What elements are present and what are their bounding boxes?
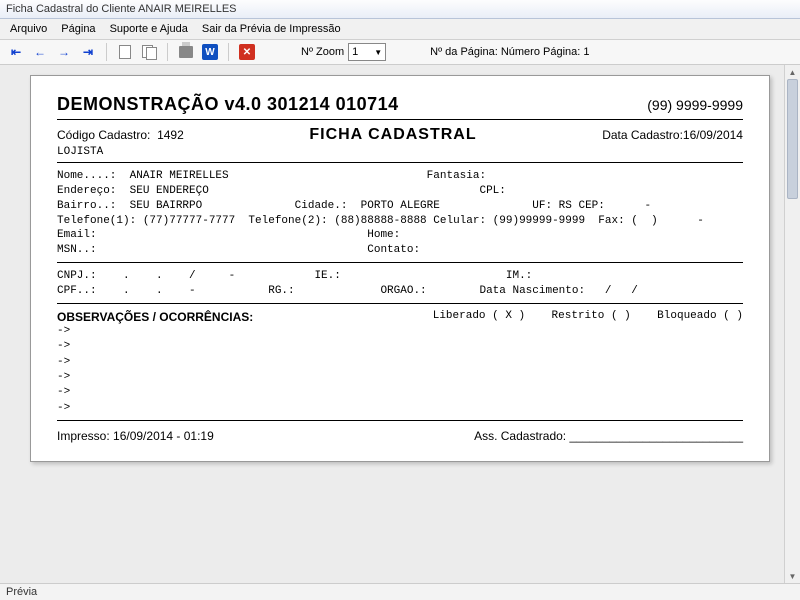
- field-nome: Nome....: ANAIR MEIRELLES Fantasia:: [57, 169, 743, 184]
- flag-restrito: Restrito ( ): [552, 310, 631, 322]
- obs-title: OBSERVAÇÕES / OCORRÊNCIAS:: [57, 310, 253, 324]
- data-cadastro-label: Data Cadastro:: [602, 128, 683, 142]
- window-title: Ficha Cadastral do Cliente ANAIR MEIRELL…: [0, 0, 800, 19]
- report-sheet: DEMONSTRAÇÃO v4.0 301214 010714 (99) 999…: [30, 75, 770, 462]
- field-endereco: Endereço: SEU ENDEREÇO CPL:: [57, 184, 743, 199]
- zoom-select[interactable]: 1 ▼: [348, 43, 386, 61]
- separator: [228, 43, 229, 61]
- print-button[interactable]: [176, 43, 196, 61]
- page-number-value: Número Página: 1: [501, 46, 590, 58]
- codigo-value: 1492: [157, 128, 184, 142]
- divider: [57, 119, 743, 120]
- print-icon: [179, 46, 193, 58]
- assinatura-label: Ass. Cadastrado:: [474, 429, 566, 443]
- scroll-thumb[interactable]: [787, 79, 798, 199]
- report-phone: (99) 9999-9999: [647, 97, 743, 113]
- word-export-button[interactable]: W: [200, 43, 220, 61]
- impresso-value: 16/09/2014 - 01:19: [113, 429, 214, 443]
- toolbar: ⇤ ← → ⇥ W ✕ Nº Zoom 1 ▼ Nº da Página: Nú…: [0, 40, 800, 65]
- menu-suporte[interactable]: Suporte e Ajuda: [104, 21, 194, 37]
- status-bar: Prévia: [0, 583, 800, 600]
- last-page-button[interactable]: ⇥: [78, 43, 98, 61]
- zoom-label: Nº Zoom: [301, 46, 344, 58]
- divider: [57, 420, 743, 421]
- data-cadastro-value: 16/09/2014: [683, 128, 743, 142]
- separator: [167, 43, 168, 61]
- menu-sair[interactable]: Sair da Prévia de Impressão: [196, 21, 347, 37]
- close-preview-button[interactable]: ✕: [237, 43, 257, 61]
- impresso-label: Impresso:: [57, 429, 110, 443]
- zoom-value: 1: [352, 46, 358, 58]
- word-icon: W: [202, 44, 218, 60]
- obs-line: ->: [57, 401, 743, 416]
- flag-liberado: Liberado ( X ): [433, 310, 525, 322]
- separator: [106, 43, 107, 61]
- chevron-down-icon: ▼: [374, 48, 382, 57]
- report-title: DEMONSTRAÇÃO v4.0 301214 010714: [57, 94, 399, 115]
- single-page-button[interactable]: [115, 43, 135, 61]
- close-icon: ✕: [239, 44, 255, 60]
- divider: [57, 303, 743, 304]
- scroll-up-button[interactable]: ▲: [785, 65, 800, 79]
- field-email: Email: Home:: [57, 228, 743, 243]
- field-telefones: Telefone(1): (77)77777-7777 Telefone(2):…: [57, 214, 743, 229]
- lojista-label: LOJISTA: [57, 146, 743, 158]
- multi-page-button[interactable]: [139, 43, 159, 61]
- obs-line: ->: [57, 339, 743, 354]
- preview-area: DEMONSTRAÇÃO v4.0 301214 010714 (99) 999…: [0, 65, 800, 583]
- ficha-heading: FICHA CADASTRAL: [309, 126, 476, 144]
- obs-line: ->: [57, 370, 743, 385]
- field-msn: MSN..: Contato:: [57, 243, 743, 258]
- vertical-scrollbar[interactable]: ▲ ▼: [784, 65, 800, 583]
- scroll-down-button[interactable]: ▼: [785, 569, 800, 583]
- next-page-button[interactable]: →: [54, 43, 74, 61]
- obs-line: ->: [57, 355, 743, 370]
- divider: [57, 262, 743, 263]
- field-cpf: CPF..: . . - RG.: ORGAO.: Data Nasciment…: [57, 284, 743, 299]
- assinatura-line: __________________________: [569, 429, 743, 443]
- flag-bloqueado: Bloqueado ( ): [657, 310, 743, 322]
- field-bairro: Bairro..: SEU BAIRRPO Cidade.: PORTO ALE…: [57, 199, 743, 214]
- first-page-button[interactable]: ⇤: [6, 43, 26, 61]
- prev-page-button[interactable]: ←: [30, 43, 50, 61]
- field-cnpj: CNPJ.: . . / - IE.: IM.:: [57, 269, 743, 284]
- menu-pagina[interactable]: Página: [55, 21, 101, 37]
- menu-bar: Arquivo Página Suporte e Ajuda Sair da P…: [0, 19, 800, 40]
- obs-line: ->: [57, 385, 743, 400]
- codigo-label: Código Cadastro:: [57, 128, 150, 142]
- divider: [57, 162, 743, 163]
- obs-line: ->: [57, 324, 743, 339]
- page-icon: [119, 45, 131, 59]
- menu-arquivo[interactable]: Arquivo: [4, 21, 53, 37]
- page-number-label: Nº da Página:: [430, 46, 498, 58]
- pages-icon: [142, 45, 156, 59]
